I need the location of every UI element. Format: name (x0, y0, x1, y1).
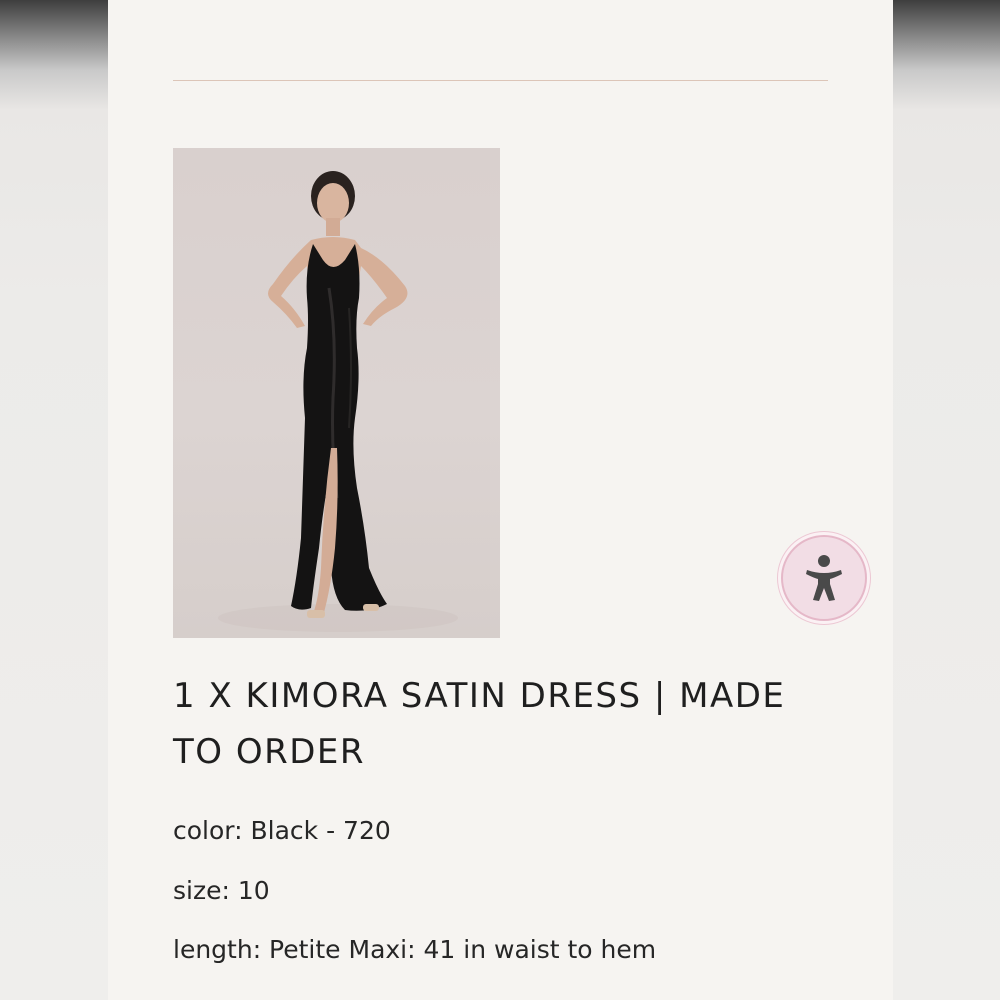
accessibility-button[interactable] (781, 535, 867, 621)
right-backdrop (892, 0, 1000, 1000)
divider-line (173, 80, 828, 81)
product-size: size: 10 (173, 876, 270, 905)
order-summary-card: 1 X KIMORA SATIN DRESS | MADE TO ORDER c… (108, 0, 893, 1000)
product-image[interactable] (173, 148, 500, 638)
product-title: 1 X KIMORA SATIN DRESS | MADE TO ORDER (173, 676, 786, 772)
product-color: color: Black - 720 (173, 816, 391, 845)
accessibility-person-icon (806, 555, 842, 601)
left-backdrop (0, 0, 108, 1000)
dress-model-illustration (218, 171, 458, 632)
product-length: length: Petite Maxi: 41 in waist to hem (173, 935, 657, 964)
